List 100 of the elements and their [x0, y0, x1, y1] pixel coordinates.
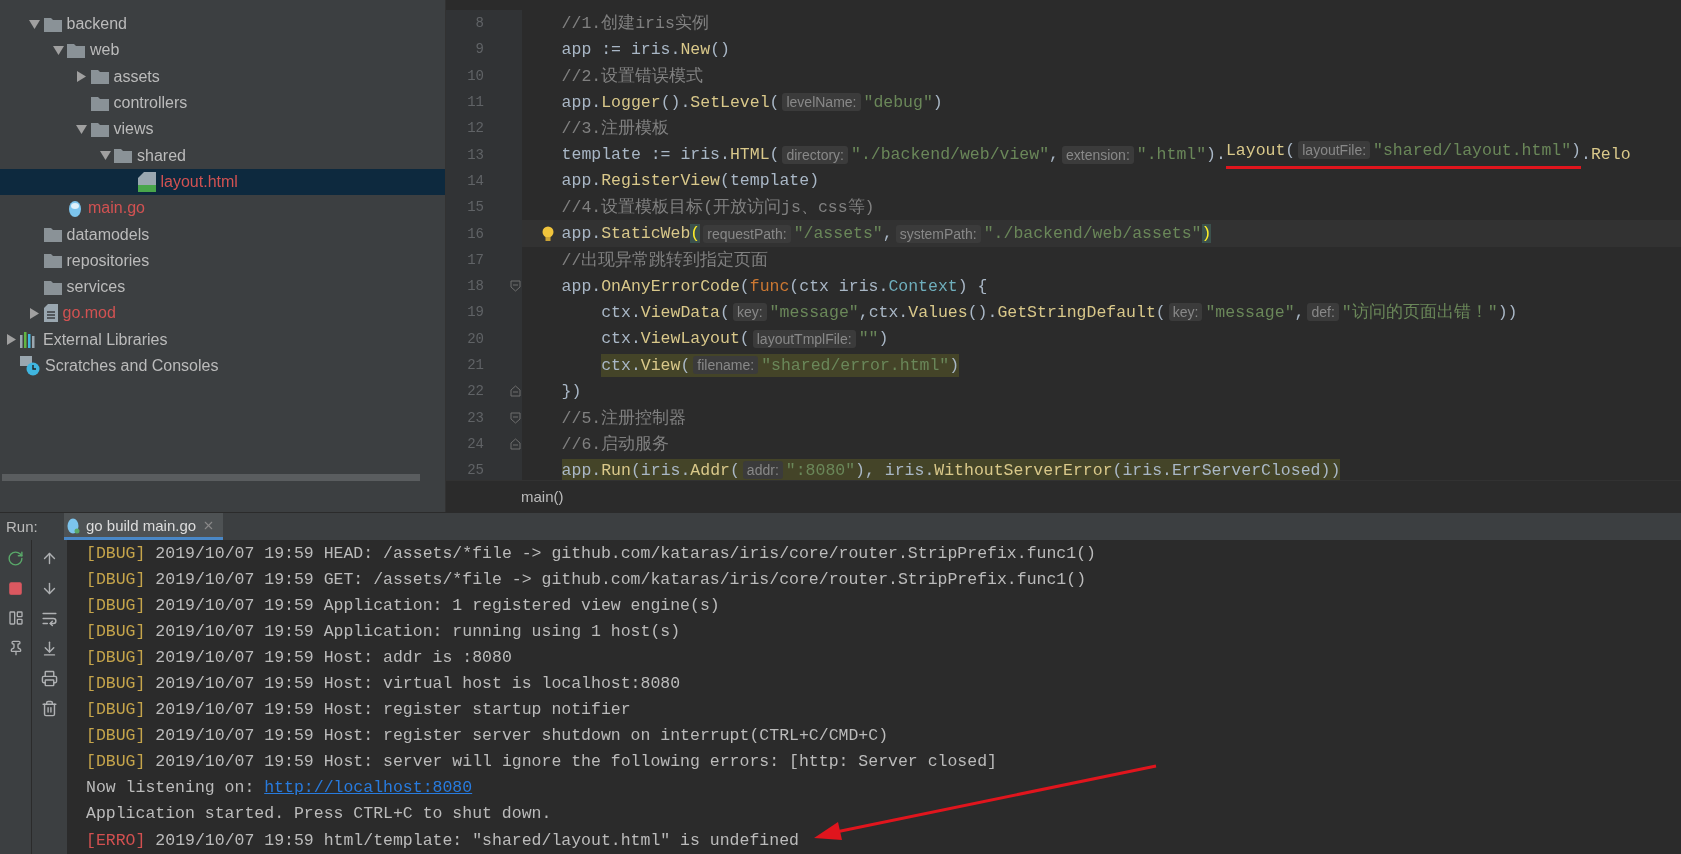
code-text: "shared/error.html" — [761, 355, 950, 375]
collapsed-arrow-icon[interactable] — [5, 334, 17, 346]
code-text: //6.启动服务 — [561, 433, 670, 455]
item-label: web — [90, 41, 120, 60]
code-text: ( — [769, 92, 780, 112]
parameter-hint: requestPath: — [703, 224, 791, 243]
item-label: main.go — [88, 199, 145, 218]
code-text: New — [680, 39, 711, 59]
tree-item[interactable]: views — [0, 116, 445, 143]
code-text: Relo — [1590, 145, 1631, 165]
item-label: controllers — [113, 94, 188, 113]
up-button[interactable] — [41, 550, 58, 567]
lightbulb-icon[interactable] — [541, 225, 554, 242]
log-level: [DBUG] — [86, 595, 146, 615]
log-level: [ERRO] — [86, 830, 146, 850]
item-label: services — [66, 278, 126, 297]
library-icon — [20, 331, 38, 348]
tree-item[interactable]: backend — [0, 11, 445, 38]
tree-item[interactable]: Scratches and Consoles — [0, 352, 445, 380]
code-text: "访问的页面出错！" — [1341, 301, 1498, 324]
fold-icon[interactable] — [509, 280, 521, 293]
collapsed-arrow-icon[interactable] — [76, 71, 87, 83]
item-label: repositories — [66, 251, 150, 270]
code-text: ( — [720, 302, 730, 322]
url-link[interactable]: http://localhost:8080 — [264, 778, 473, 798]
run-label: Run: — [6, 518, 39, 535]
stop-button[interactable] — [8, 581, 23, 596]
expanded-arrow-icon[interactable] — [52, 44, 64, 56]
rerun-button[interactable] — [7, 550, 24, 567]
fold-icon[interactable] — [509, 385, 521, 398]
code-text: HTML — [729, 145, 770, 165]
fold-icon[interactable] — [509, 411, 521, 424]
breadcrumb[interactable]: main() — [521, 488, 564, 505]
code-text: RegisterView — [601, 171, 721, 191]
tree-item[interactable]: repositories — [0, 247, 445, 274]
log-message: 2019/10/07 19:59 Host: register startup notifier — [154, 700, 631, 720]
code-text: (ctx iris. — [789, 276, 889, 296]
tree-item[interactable]: datamodels — [0, 221, 445, 248]
tree-item[interactable]: assets — [0, 63, 445, 90]
tree-item[interactable]: shared — [0, 142, 445, 169]
fold-icon[interactable] — [509, 437, 521, 450]
code-text: , — [1294, 302, 1305, 322]
code-text: //1.创建iris实例 — [561, 13, 709, 35]
code-text: app. — [561, 224, 602, 243]
go-file-icon — [66, 516, 80, 534]
collapsed-arrow-icon[interactable] — [29, 307, 40, 319]
expanded-arrow-icon[interactable] — [29, 18, 40, 30]
code-text: , — [1049, 145, 1059, 165]
code-text: Logger — [601, 92, 661, 112]
log-message: 2019/10/07 19:59 html/template: "shared/layout.html" is undefined — [154, 830, 799, 850]
code-text: View — [640, 355, 681, 375]
code-text: //4.设置模板目标(开放访问js、css等) — [561, 196, 875, 219]
tree-item[interactable]: controllers — [0, 89, 445, 117]
code-text: ( — [1155, 302, 1166, 322]
run-tab[interactable]: go build main.go — [64, 513, 224, 540]
code-text: "./backend/web/view" — [851, 145, 1050, 165]
code-text: (iris.ErrServerClosed)) — [1112, 460, 1341, 480]
file-icon — [43, 304, 58, 323]
code-text: app. — [561, 92, 602, 112]
code-text: (). — [967, 302, 998, 322]
folder-icon — [67, 42, 85, 58]
code-text: ":8080" — [785, 460, 856, 480]
code-text: ViewLayout — [640, 329, 740, 349]
parameter-hint: layoutFile: — [1298, 141, 1371, 160]
log-message: 2019/10/07 19:59 HEAD: /assets/*file -> github.com/kataras/iris/core/router.StripPrefix.func1() — [154, 543, 1096, 563]
item-label: shared — [137, 146, 186, 165]
code-text: "message" — [1205, 302, 1295, 322]
code-text: template := iris. — [561, 145, 730, 165]
print-button[interactable] — [41, 670, 58, 687]
wrap-button[interactable] — [41, 610, 58, 627]
code-text: ( — [739, 329, 750, 349]
code-text: app. — [561, 171, 602, 191]
tree-item[interactable]: layout.html — [0, 168, 445, 196]
parameter-hint: levelName: — [782, 93, 861, 112]
log-level: [DBUG] — [86, 726, 146, 746]
tree-item[interactable]: services — [0, 273, 445, 301]
log-level: [DBUG] — [86, 621, 146, 641]
layout-button[interactable] — [7, 610, 24, 626]
code-text: ) — [949, 355, 960, 375]
scroll-to-end-button[interactable] — [41, 640, 58, 657]
code-text: "debug" — [863, 92, 933, 112]
code-text: "./backend/web/assets" — [983, 224, 1202, 243]
code-text: }) — [561, 381, 582, 401]
expanded-arrow-icon[interactable] — [76, 123, 87, 135]
code-text: ) { — [957, 276, 988, 296]
scrollbar-thumb[interactable] — [2, 473, 420, 481]
expanded-arrow-icon[interactable] — [99, 150, 111, 162]
code-text: . — [1581, 145, 1591, 165]
item-label: backend — [66, 15, 127, 34]
trash-button[interactable] — [41, 700, 58, 717]
tree-item[interactable]: External Libraries — [0, 326, 445, 353]
tree-item[interactable]: web — [0, 37, 445, 64]
code-text: func — [749, 276, 790, 296]
log-message: 2019/10/07 19:59 Application: 1 registered view engine(s) — [154, 595, 720, 615]
down-button[interactable] — [41, 580, 58, 597]
scratch-console-icon — [20, 356, 40, 376]
log-message: 2019/10/07 19:59 Host: register server shutdown on interrupt(CTRL+C/CMD+C) — [154, 726, 889, 746]
matched-brace: ) — [1201, 224, 1212, 243]
code-text: "shared/layout.html" — [1373, 140, 1572, 160]
parameter-hint: systemPath: — [895, 224, 981, 243]
